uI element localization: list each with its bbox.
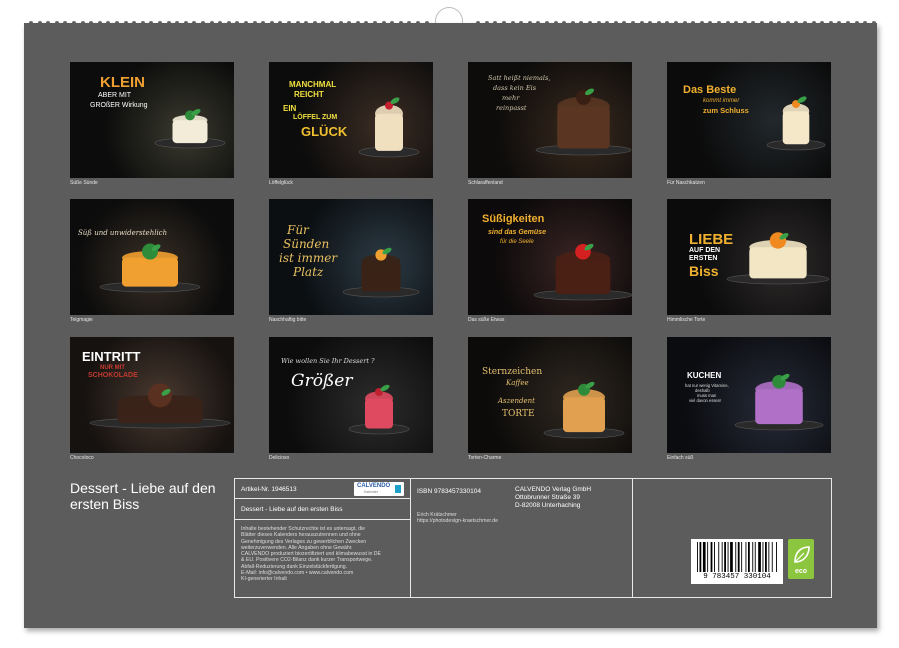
image-text-line: Kaffee xyxy=(506,379,529,387)
month-image-5: Süß und unwiderstehlich xyxy=(70,199,234,315)
image-text-line: Sünden xyxy=(283,237,329,251)
leaf-icon xyxy=(788,542,814,568)
image-text-line: Satt heißt niemals, xyxy=(488,74,550,82)
month-image-1: KLEINABER MIT GROßER Wirkung xyxy=(70,62,234,178)
month-image-12: KUCHENhat nur wenig Vitamine,deshalbmuss… xyxy=(667,337,831,453)
image-text-line: zum Schluss xyxy=(703,106,749,115)
image-text-line: Biss xyxy=(689,263,719,279)
month-image-11: Sternzeichen Kaffee Aszendent TORTE xyxy=(468,337,632,453)
image-text-line: Wie wollen Sie Ihr Dessert ? xyxy=(281,357,375,365)
month-caption: Teigmagie xyxy=(70,317,93,323)
article-number: Artikel-Nr. 1946513 xyxy=(241,486,297,494)
dessert-illustration xyxy=(269,337,433,453)
image-text-line: LIEBE xyxy=(689,231,733,248)
image-text-line: Sternzeichen xyxy=(482,367,542,377)
eco-label: eco xyxy=(788,568,814,575)
eco-badge: eco xyxy=(788,539,814,579)
month-caption: Torten-Charme xyxy=(468,455,501,461)
image-text-line: GROßER Wirkung xyxy=(90,102,148,109)
month-caption: Das süße Etwas xyxy=(468,317,504,323)
barcode-digits: 9 783457 330104 xyxy=(691,573,783,581)
image-text-line: NUR MIT xyxy=(100,365,125,371)
month-caption: Süße Sünde xyxy=(70,180,98,186)
month-caption: Einfach süß xyxy=(667,455,693,461)
isbn: ISBN 9783457330104 xyxy=(417,488,481,496)
month-image-7: Süßigkeiten sind das Gemüse für die Seele xyxy=(468,199,632,315)
dessert-illustration xyxy=(70,199,234,315)
dessert-illustration xyxy=(667,62,831,178)
image-text-line: Süß und unwiderstehlich xyxy=(78,229,167,237)
image-text-line: Süßigkeiten xyxy=(482,213,544,225)
legal-text: Inhalte bestehender Schutzrechte ist es … xyxy=(241,526,409,583)
image-text-line: viel davon essen! xyxy=(689,398,721,403)
image-text-line: Platz xyxy=(293,265,323,279)
image-text-line: mehr xyxy=(502,94,519,102)
month-caption: Delicioso xyxy=(269,455,289,461)
image-text-line: Für xyxy=(287,223,309,237)
calendar-title: Dessert - Liebe auf den ersten Biss xyxy=(70,480,220,512)
month-image-10: Wie wollen Sie Ihr Dessert ? Größer xyxy=(269,337,433,453)
calvendo-logo: CALVENDO Kalender xyxy=(354,482,404,496)
month-caption: Schlaraffenland xyxy=(468,180,503,186)
image-text-line: MANCHMAL xyxy=(289,80,336,89)
publisher-line: Ottobrunner Straße 39 xyxy=(515,494,591,502)
image-text-line: sind das Gemüse xyxy=(488,229,546,236)
image-text-line: kommt immer xyxy=(703,98,739,104)
calvendo-logo-sub: Kalender xyxy=(364,490,378,494)
image-text-line: ABER MIT xyxy=(98,92,131,99)
image-text-line: LÖFFEL ZUM xyxy=(293,114,337,121)
image-text-line: EINTRITT xyxy=(82,349,141,364)
month-image-4: Das Beste kommt immer zum Schluss xyxy=(667,62,831,178)
image-text-line: Aszendent xyxy=(498,397,535,405)
image-text-line: für die Seele xyxy=(500,239,534,245)
month-image-9: EINTRITTNUR MITSCHOKOLADE xyxy=(70,337,234,453)
month-caption: Chocoloco xyxy=(70,455,94,461)
month-caption: Himmlische Torte xyxy=(667,317,705,323)
month-image-2: MANCHMALREICHT EINLÖFFEL ZUM GLÜCK xyxy=(269,62,433,178)
image-text-line: SCHOKOLADE xyxy=(88,372,138,379)
legal-line: KI-generierter Inhalt xyxy=(241,576,409,582)
image-text-line: Das Beste xyxy=(683,84,736,96)
publisher-line: CALVENDO Verlag GmbH xyxy=(515,486,591,494)
month-caption: Naschhaftig bitte xyxy=(269,317,306,323)
image-text-line: ist immer xyxy=(279,251,337,265)
image-text-line: EIN xyxy=(283,104,296,113)
title-repeat: Dessert - Liebe auf den ersten Biss xyxy=(241,506,343,514)
image-text-line: AUF DEN xyxy=(689,247,720,254)
calvendo-logo-text: CALVENDO xyxy=(357,483,390,489)
image-text-line: KLEIN xyxy=(100,74,145,91)
image-text-line: reinpasst xyxy=(496,104,527,112)
publisher-line: D-82008 Unterhaching xyxy=(515,502,591,510)
dessert-illustration xyxy=(667,337,831,453)
ean-barcode: 9 783457 330104 xyxy=(691,539,783,584)
image-text-line: GLÜCK xyxy=(301,124,347,139)
author-url: https://photodesign-kraetschmer.de xyxy=(417,518,498,524)
dessert-illustration xyxy=(468,337,632,453)
image-text-line: TORTE xyxy=(502,409,535,419)
publisher-address: CALVENDO Verlag GmbHOttobrunner Straße 3… xyxy=(515,486,591,510)
month-image-3: Satt heißt niemals, dass kein Eis mehr rein… xyxy=(468,62,632,178)
month-image-8: LIEBEAUF DENERSTENBiss xyxy=(667,199,831,315)
month-image-6: FürSündenist immerPlatz xyxy=(269,199,433,315)
dessert-illustration xyxy=(70,62,234,178)
image-text-line: Größer xyxy=(291,371,352,391)
month-caption: Für Naschkatzen xyxy=(667,180,705,186)
image-text-line: dass kein Eis xyxy=(493,84,536,92)
month-caption: Löffelglück xyxy=(269,180,293,186)
image-text-line: REICHT xyxy=(294,90,324,99)
image-text-line: KUCHEN xyxy=(687,371,721,380)
image-text-line: ERSTEN xyxy=(689,255,717,262)
